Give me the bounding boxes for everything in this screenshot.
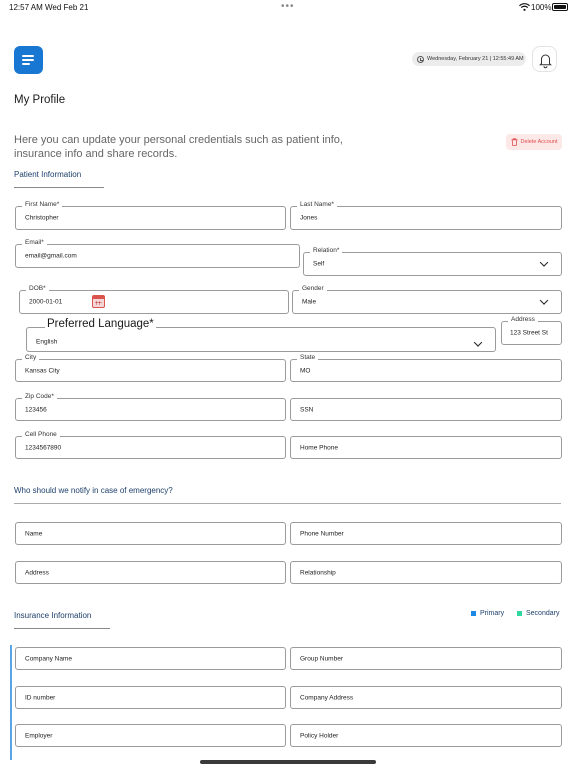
section-divider xyxy=(14,503,561,504)
wifi-icon xyxy=(519,3,530,11)
dob-value: 2000-01-01 xyxy=(29,298,63,306)
id-number-placeholder: ID number xyxy=(25,694,56,701)
emergency-address-placeholder: Address xyxy=(25,569,49,576)
dob-field[interactable]: DOB* 2000-01-01 xyxy=(19,285,289,314)
battery-icon xyxy=(552,3,568,11)
intro-text: Here you can update your personal creden… xyxy=(14,134,343,160)
zip-value: 123456 xyxy=(25,406,47,413)
cell-phone-field[interactable]: Cell Phone 1234567890 xyxy=(15,431,286,459)
emergency-relationship-placeholder: Relationship xyxy=(300,569,336,576)
bell-icon xyxy=(539,54,552,69)
city-value: Kansas City xyxy=(25,367,60,374)
state-value: MO xyxy=(300,367,311,374)
last-name-field[interactable]: Last Name* Jones xyxy=(290,201,562,230)
menu-icon xyxy=(22,55,34,57)
state-label: State xyxy=(297,354,319,361)
status-time: 12:57 AM xyxy=(9,3,43,12)
emergency-phone-placeholder: Phone Number xyxy=(300,530,344,537)
address-field[interactable]: Address 123 Street St xyxy=(501,316,562,345)
home-phone-field[interactable]: Home Phone xyxy=(290,436,562,459)
page-title: My Profile xyxy=(14,94,66,106)
company-address-placeholder: Company Address xyxy=(300,694,354,701)
zip-label: Zip Code* xyxy=(22,393,57,400)
dob-label: DOB* xyxy=(26,285,49,292)
secondary-swatch xyxy=(517,611,522,616)
email-value: email@gmail.com xyxy=(25,252,77,260)
cell-phone-label: Cell Phone xyxy=(22,431,60,438)
email-field[interactable]: Email* email@gmail.com xyxy=(15,239,300,268)
delete-account-label: Delete Account xyxy=(520,139,558,145)
section-divider xyxy=(14,628,110,629)
home-phone-placeholder: Home Phone xyxy=(300,444,338,451)
state-field[interactable]: State MO xyxy=(290,354,562,382)
address-label: Address xyxy=(508,316,538,323)
insurance-section-title: Insurance Information xyxy=(14,611,92,620)
chevron-down-icon xyxy=(473,338,483,347)
relation-label: Relation* xyxy=(310,247,343,254)
emergency-relationship-field[interactable]: Relationship xyxy=(290,561,562,584)
battery-percent: 100% xyxy=(531,3,552,12)
primary-insurance-indicator xyxy=(10,645,12,760)
employer-field[interactable]: Employer xyxy=(15,724,286,747)
multitasking-dots-icon[interactable]: ••• xyxy=(281,1,295,12)
current-datetime: Wednesday, February 21 | 12:55:49 AM xyxy=(427,56,524,62)
address-value: 123 Street St xyxy=(510,329,548,337)
gender-select[interactable]: Gender Male xyxy=(292,285,562,314)
delete-account-button[interactable]: Delete Account xyxy=(506,134,562,150)
policy-holder-field[interactable]: Policy Holder xyxy=(290,724,562,747)
id-number-field[interactable]: ID number xyxy=(15,686,286,709)
emergency-address-field[interactable]: Address xyxy=(15,561,286,584)
gender-value: Male xyxy=(302,298,317,306)
menu-button[interactable] xyxy=(14,46,43,74)
email-label: Email* xyxy=(22,239,47,246)
calendar-icon[interactable] xyxy=(92,295,105,308)
section-divider xyxy=(14,187,104,188)
trash-icon xyxy=(511,138,517,146)
home-indicator[interactable] xyxy=(200,760,376,764)
first-name-field[interactable]: First Name* Christopher xyxy=(15,201,286,230)
emergency-section-title: Who should we notify in case of emergenc… xyxy=(14,486,173,495)
legend-secondary-label: Secondary xyxy=(526,610,560,617)
notifications-button[interactable] xyxy=(532,46,557,72)
group-number-placeholder: Group Number xyxy=(300,655,343,662)
legend-primary-label: Primary xyxy=(480,610,505,617)
city-label: City xyxy=(22,354,40,361)
ssn-field[interactable]: SSN xyxy=(290,398,562,421)
company-address-field[interactable]: Company Address xyxy=(290,686,562,709)
chevron-down-icon xyxy=(539,296,549,305)
policy-holder-placeholder: Policy Holder xyxy=(300,732,339,739)
ssn-placeholder: SSN xyxy=(300,406,314,413)
primary-swatch xyxy=(471,611,476,616)
language-value: English xyxy=(36,338,58,346)
relation-select[interactable]: Relation* Self xyxy=(303,247,562,276)
zip-code-field[interactable]: Zip Code* 123456 xyxy=(15,393,286,421)
clock-icon xyxy=(417,55,424,63)
relation-value: Self xyxy=(313,260,325,268)
employer-placeholder: Employer xyxy=(25,732,53,739)
city-field[interactable]: City Kansas City xyxy=(15,354,286,382)
last-name-label: Last Name* xyxy=(297,201,337,208)
cell-phone-value: 1234567890 xyxy=(25,444,62,451)
group-number-field[interactable]: Group Number xyxy=(290,647,562,670)
datetime-pill: Wednesday, February 21 | 12:55:49 AM xyxy=(412,52,526,66)
emergency-phone-field[interactable]: Phone Number xyxy=(290,522,562,545)
legend-secondary[interactable]: Secondary xyxy=(517,610,559,617)
preferred-language-select[interactable]: English xyxy=(26,327,496,352)
legend-primary[interactable]: Primary xyxy=(471,610,504,617)
first-name-label: First Name* xyxy=(22,201,63,208)
status-date: Wed Feb 21 xyxy=(45,3,89,12)
last-name-value: Jones xyxy=(300,214,318,222)
gender-label: Gender xyxy=(299,285,327,292)
language-label: Preferred Language* xyxy=(45,318,156,330)
first-name-value: Christopher xyxy=(25,214,59,222)
chevron-down-icon xyxy=(539,258,549,267)
emergency-name-placeholder: Name xyxy=(25,530,43,537)
patient-section-title: Patient Information xyxy=(14,170,82,179)
company-name-field[interactable]: Company Name xyxy=(15,647,286,670)
company-name-placeholder: Company Name xyxy=(25,655,72,662)
emergency-name-field[interactable]: Name xyxy=(15,522,286,545)
